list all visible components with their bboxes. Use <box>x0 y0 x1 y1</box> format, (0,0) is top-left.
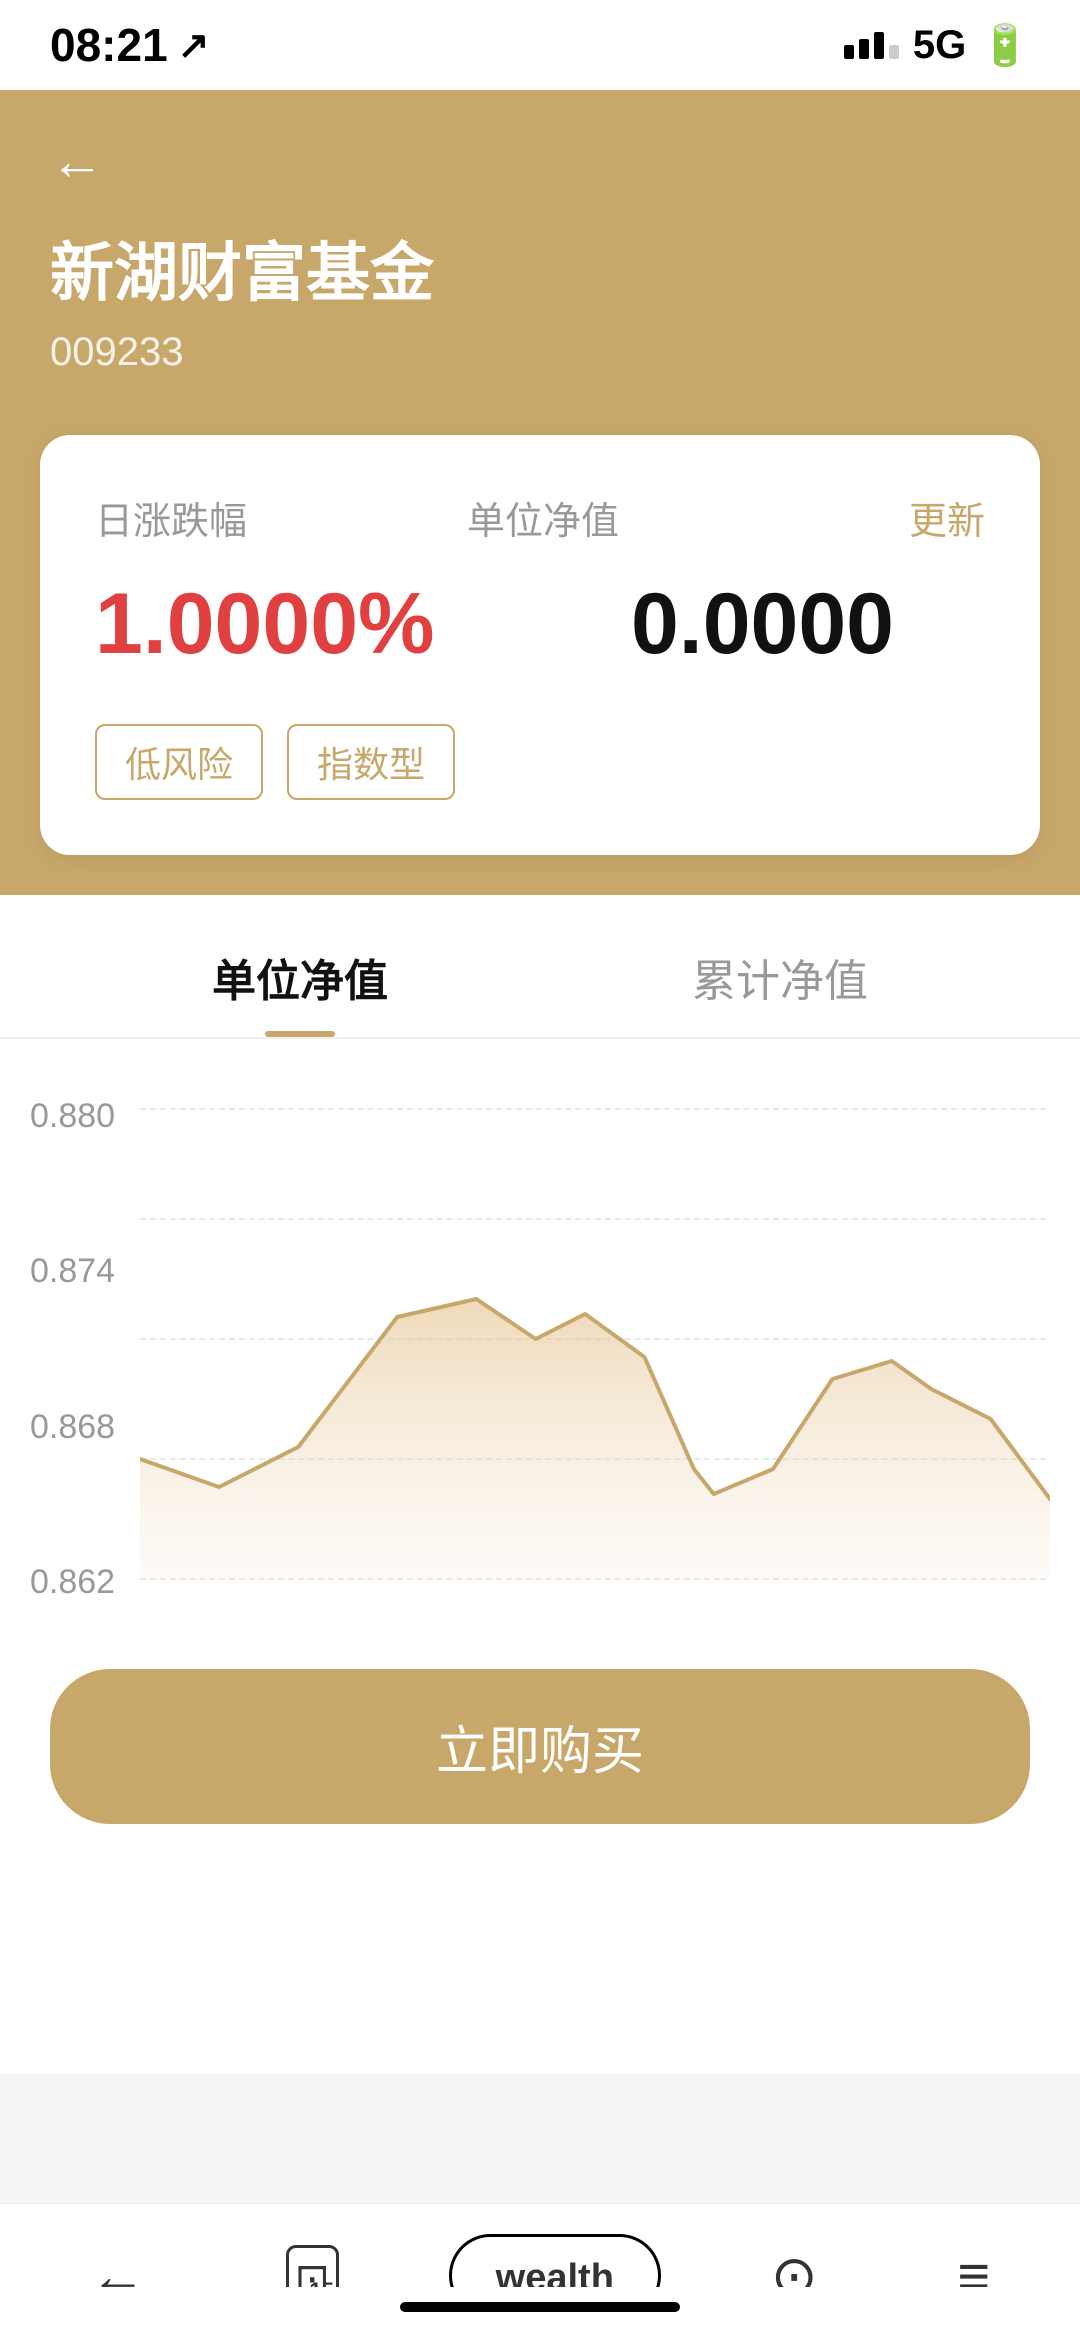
fund-name: 新湖财富基金 <box>50 222 1030 314</box>
tab-unit-nav[interactable]: 单位净值 <box>60 945 540 1037</box>
tag-low-risk: 低风险 <box>95 724 263 800</box>
signal-bars <box>844 32 899 59</box>
card-labels: 日涨跌幅 单位净值 <box>95 490 619 545</box>
tab-cumulative-nav[interactable]: 累计净值 <box>540 945 1020 1037</box>
buy-button-wrap: 立即购买 <box>0 1639 1080 1874</box>
back-button[interactable]: ← <box>50 130 104 192</box>
main-content: 单位净值 累计净值 0.880 0.874 0.868 0.862 <box>0 895 1080 1874</box>
time-display: 08:21 <box>50 18 168 72</box>
card-values: 1.0000% 0.0000 <box>95 575 985 674</box>
y-label-3: 0.874 <box>30 1254 115 1288</box>
bar4 <box>889 45 899 59</box>
y-axis: 0.880 0.874 0.868 0.862 <box>30 1099 115 1599</box>
buy-button[interactable]: 立即购买 <box>50 1669 1030 1824</box>
chart-area: 0.880 0.874 0.868 0.862 <box>0 1099 1080 1639</box>
tag-row: 低风险 指数型 <box>95 724 985 800</box>
daily-change-value: 1.0000% <box>95 575 540 674</box>
status-time: 08:21 ↗ <box>50 18 210 72</box>
nav-value: 0.0000 <box>540 575 985 674</box>
chart-inner <box>140 1099 1050 1599</box>
status-bar: 08:21 ↗ 5G 🔋 <box>0 0 1080 90</box>
network-type: 5G <box>913 23 966 68</box>
bar2 <box>859 39 869 59</box>
daily-change-label: 日涨跌幅 <box>95 490 247 545</box>
y-label-4: 0.880 <box>30 1099 115 1133</box>
location-icon: ↗ <box>178 23 210 68</box>
battery-icon: 🔋 <box>980 22 1030 69</box>
status-icons: 5G 🔋 <box>844 22 1030 69</box>
tabs: 单位净值 累计净值 <box>0 945 1080 1039</box>
y-label-1: 0.862 <box>30 1565 115 1599</box>
chart-svg <box>140 1099 1050 1589</box>
info-card: 日涨跌幅 单位净值 更新 1.0000% 0.0000 低风险 指数型 <box>40 435 1040 855</box>
bar3 <box>874 32 884 59</box>
y-label-2: 0.868 <box>30 1410 115 1444</box>
tag-index-type: 指数型 <box>287 724 455 800</box>
home-indicator <box>0 2287 1080 2337</box>
home-bar <box>400 2302 680 2312</box>
refresh-button[interactable]: 更新 <box>909 490 985 545</box>
nav-label: 单位净值 <box>467 490 619 545</box>
card-header: 日涨跌幅 单位净值 更新 <box>95 490 985 545</box>
fund-code: 009233 <box>50 330 1030 375</box>
bar1 <box>844 45 854 59</box>
